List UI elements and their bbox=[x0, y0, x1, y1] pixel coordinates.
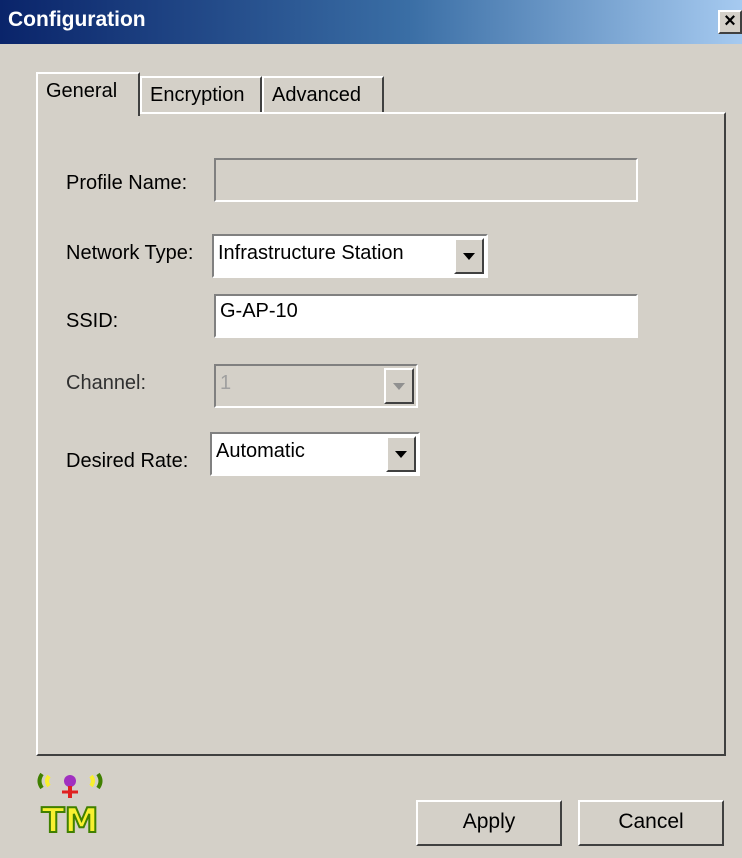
cancel-button-label: Cancel bbox=[618, 810, 684, 833]
network-type-select[interactable]: Infrastructure Station bbox=[212, 234, 488, 278]
cancel-button[interactable]: Cancel bbox=[578, 800, 724, 846]
tab-general-label: General bbox=[46, 80, 118, 102]
chevron-down-icon bbox=[395, 451, 407, 458]
ssid-label: SSID: bbox=[66, 310, 119, 332]
ssid-input[interactable]: G-AP-10 bbox=[214, 294, 638, 338]
apply-button-label: Apply bbox=[462, 810, 516, 833]
ssid-value: G-AP-10 bbox=[220, 300, 298, 322]
channel-dropdown-button[interactable] bbox=[384, 368, 414, 404]
desired-rate-label: Desired Rate: bbox=[66, 450, 189, 472]
desired-rate-select[interactable]: Automatic bbox=[210, 432, 420, 476]
title-bar: Configuration × bbox=[0, 0, 742, 44]
desired-rate-value: Automatic bbox=[216, 440, 305, 462]
wireless-antenna-icon: TM bbox=[37, 772, 103, 838]
network-type-label: Network Type: bbox=[66, 242, 194, 264]
close-icon: × bbox=[724, 10, 736, 32]
tab-advanced[interactable]: Advanced bbox=[262, 76, 384, 112]
profile-name-field[interactable] bbox=[214, 158, 638, 202]
profile-name-label: Profile Name: bbox=[66, 172, 188, 194]
tab-advanced-label: Advanced bbox=[272, 84, 361, 106]
tab-encryption-label: Encryption bbox=[150, 84, 245, 106]
logo-text: TM bbox=[41, 801, 98, 838]
desired-rate-dropdown-button[interactable] bbox=[386, 436, 416, 472]
close-button[interactable]: × bbox=[718, 10, 742, 34]
network-type-dropdown-button[interactable] bbox=[454, 238, 484, 274]
tab-general[interactable]: General bbox=[36, 72, 140, 116]
channel-label: Channel: bbox=[66, 372, 147, 394]
tab-encryption[interactable]: Encryption bbox=[140, 76, 262, 112]
window-title: Configuration bbox=[8, 8, 146, 31]
chevron-down-icon bbox=[393, 383, 405, 390]
apply-button[interactable]: Apply bbox=[416, 800, 562, 846]
channel-select[interactable]: 1 bbox=[214, 364, 418, 408]
channel-value: 1 bbox=[220, 372, 232, 394]
network-type-value: Infrastructure Station bbox=[218, 242, 404, 264]
chevron-down-icon bbox=[463, 253, 475, 260]
